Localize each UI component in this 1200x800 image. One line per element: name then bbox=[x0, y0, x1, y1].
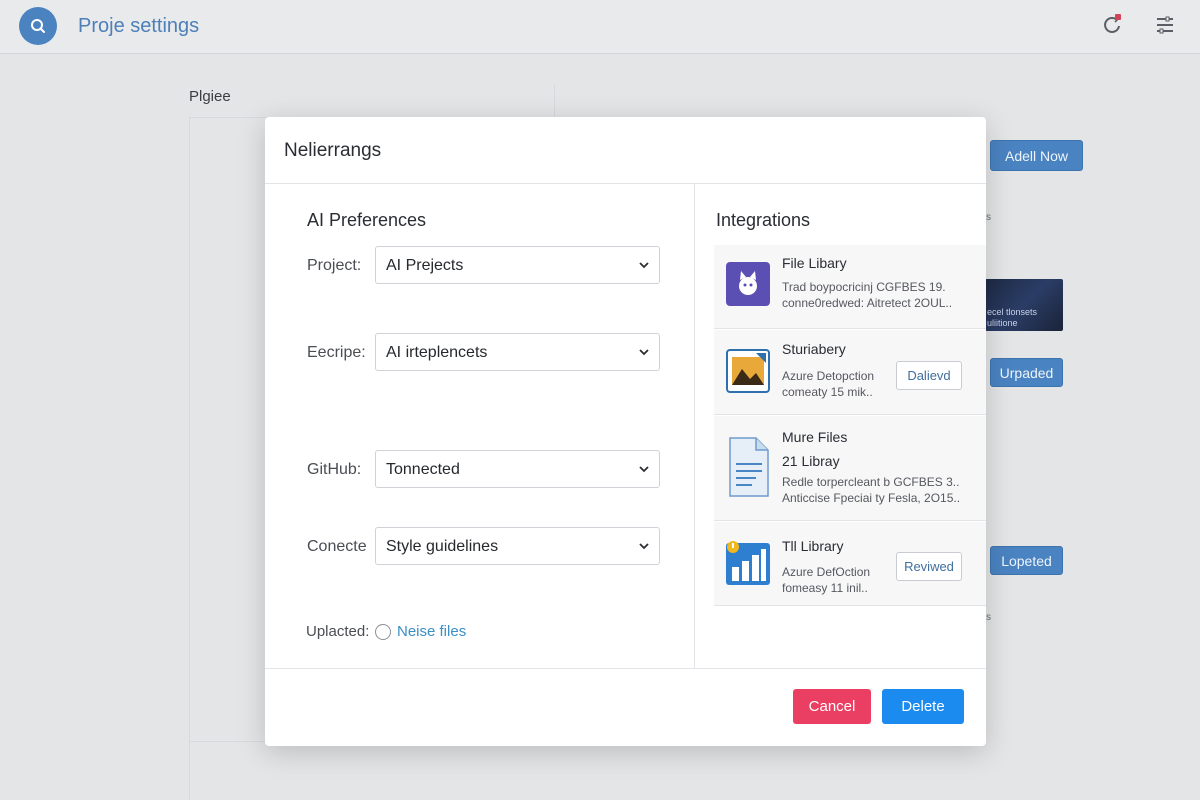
integration-card-more-files[interactable]: Mure Files 21 Libray Redle torpercleant … bbox=[714, 416, 986, 521]
modal-header-divider bbox=[265, 183, 986, 184]
github-label: GitHub: bbox=[307, 461, 362, 478]
project-select[interactable]: AI Prejects bbox=[375, 246, 660, 284]
preferences-heading: AI Preferences bbox=[307, 210, 427, 230]
integration-description: Azure Detopction bbox=[782, 369, 875, 383]
add-now-button[interactable]: Adell Now bbox=[990, 140, 1083, 171]
integration-name: Sturiabery bbox=[782, 341, 846, 357]
style-guidelines-select[interactable]: Style guidelines bbox=[375, 527, 660, 565]
chevron-down-icon bbox=[639, 543, 649, 550]
github-select-value: Tonnected bbox=[386, 461, 460, 478]
integrations-heading: Integrations bbox=[716, 210, 811, 230]
background-divider bbox=[189, 742, 190, 800]
settings-sliders-icon bbox=[1157, 16, 1173, 34]
settings-modal: Nelierrangs AI Preferences Project: AI P… bbox=[265, 117, 986, 746]
page-title: Proje settings bbox=[78, 15, 200, 37]
noise-files-link[interactable]: Neise files bbox=[397, 623, 466, 640]
document-icon bbox=[729, 437, 769, 497]
integration-description: Trad boypocricinj CGFBES 19. bbox=[782, 280, 946, 294]
eecripe-select[interactable]: AI irteplencets bbox=[375, 333, 660, 371]
integration-description: Anticcise Fpeciai ty Fesla, 2O15.. bbox=[782, 491, 961, 505]
background-thumbnail: ecel tlonsets uliitione bbox=[985, 279, 1063, 331]
bar-chart-app-icon bbox=[726, 541, 770, 585]
search-button[interactable] bbox=[19, 7, 57, 45]
github-select[interactable]: Tonnected bbox=[375, 450, 660, 488]
image-file-icon bbox=[726, 349, 770, 393]
menu-button[interactable] bbox=[1154, 14, 1176, 36]
integration-name: Mure Files bbox=[782, 429, 848, 445]
eecripe-select-value: AI irteplencets bbox=[386, 344, 488, 361]
updated-button[interactable]: Urpaded bbox=[990, 358, 1063, 387]
thumbnail-caption: ecel tlonsets uliitione bbox=[987, 307, 1038, 328]
integration-card-file-library[interactable]: File Libary Trad boypocricinj CGFBES 19.… bbox=[714, 245, 986, 329]
noise-files-radio[interactable] bbox=[375, 624, 391, 640]
cancel-button[interactable]: Cancel bbox=[793, 689, 871, 724]
notification-button[interactable] bbox=[1101, 14, 1123, 36]
top-bar: Proje settings bbox=[0, 0, 1200, 54]
project-label: Project: bbox=[307, 257, 362, 274]
conecte-label: Conecte bbox=[307, 538, 367, 555]
project-select-value: AI Prejects bbox=[386, 257, 464, 274]
delete-button[interactable]: Delete bbox=[882, 689, 964, 724]
column-divider bbox=[694, 183, 695, 669]
search-icon bbox=[31, 19, 45, 33]
loaded-button[interactable]: Lopeted bbox=[990, 546, 1063, 575]
eecripe-label: Eecripe: bbox=[307, 344, 366, 361]
background-mark: s bbox=[986, 612, 991, 623]
uploaded-label: Uplacted: bbox=[306, 623, 370, 640]
cat-app-icon bbox=[726, 262, 770, 306]
integration-description: fomeasy 11 inil.. bbox=[782, 581, 868, 595]
style-guidelines-select-value: Style guidelines bbox=[386, 538, 499, 555]
reviewed-button[interactable]: Reviwed bbox=[896, 552, 962, 581]
delivered-button[interactable]: Dalievd bbox=[896, 361, 962, 390]
chevron-down-icon bbox=[639, 262, 649, 269]
modal-title: Nelierrangs bbox=[284, 140, 382, 161]
integration-card-tll-library[interactable]: Tll Library Azure DefOction fomeasy 11 i… bbox=[714, 522, 986, 606]
integration-description: comeaty 15 mik.. bbox=[782, 385, 873, 399]
background-section-heading: Plgiee bbox=[189, 88, 231, 105]
integration-description: conne0redwed: Aitretect 2OUL.. bbox=[782, 296, 953, 310]
integration-subname: 21 Libray bbox=[782, 453, 840, 469]
integration-description: Azure DefOction bbox=[782, 565, 871, 579]
integration-description: Redle torpercleant b GCFBES 3.. bbox=[782, 475, 960, 489]
integration-name: File Libary bbox=[782, 255, 847, 271]
chevron-down-icon bbox=[639, 349, 649, 356]
modal-footer-divider bbox=[265, 668, 986, 669]
integration-name: Tll Library bbox=[782, 538, 844, 554]
notification-badge bbox=[1115, 14, 1121, 20]
chevron-down-icon bbox=[639, 466, 649, 473]
integration-card-sturiabery[interactable]: Sturiabery Azure Detopction comeaty 15 m… bbox=[714, 330, 986, 415]
background-mark: s bbox=[986, 212, 991, 223]
